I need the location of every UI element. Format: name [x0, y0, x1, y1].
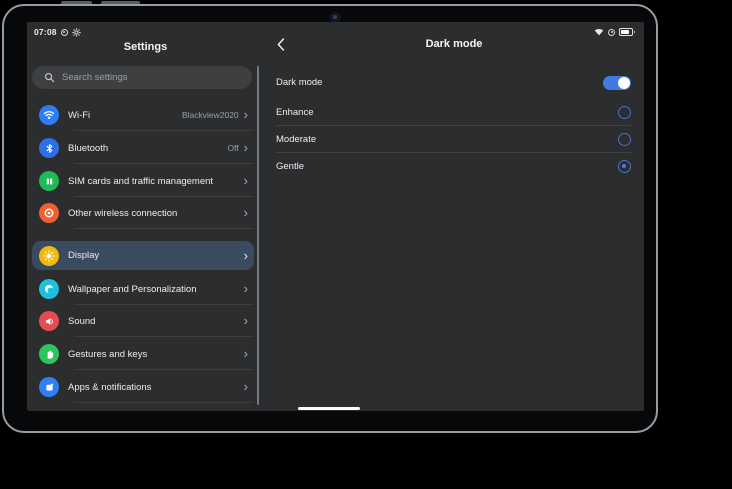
option-enhance[interactable]: Enhance [276, 99, 631, 126]
sidebar-item-value: Blackview2020 [182, 110, 239, 120]
option-label: Enhance [276, 107, 314, 118]
search-icon [44, 72, 55, 83]
sidebar-item-label: Wi-Fi [68, 110, 182, 121]
sidebar-item-label: Display [68, 250, 239, 261]
sidebar-item-value: Off [227, 143, 238, 153]
sidebar-item-sound[interactable]: Sound › [32, 306, 254, 336]
sidebar-item-label: Other wireless connection [68, 208, 239, 219]
display-sun-icon [39, 246, 59, 266]
sidebar-item-wifi[interactable]: Wi-Fi Blackview2020 › [32, 100, 254, 130]
dark-mode-toggle-row[interactable]: Dark mode [276, 71, 631, 94]
chevron-right-icon: › [244, 316, 248, 326]
dark-mode-options: Enhance Moderate Gentle [276, 99, 631, 180]
chevron-right-icon: › [244, 382, 248, 392]
bluetooth-icon [39, 138, 59, 158]
radio-button[interactable] [618, 160, 631, 173]
wifi-icon [39, 105, 59, 125]
sidebar-item-bluetooth[interactable]: Bluetooth Off › [32, 133, 254, 163]
dark-mode-label: Dark mode [276, 77, 322, 88]
chevron-right-icon: › [244, 143, 248, 153]
wallpaper-icon [39, 279, 59, 299]
wireless-connection-icon [39, 203, 59, 223]
search-input[interactable]: Search settings [32, 66, 252, 89]
sound-icon [39, 311, 59, 331]
sim-traffic-icon [39, 171, 59, 191]
option-moderate[interactable]: Moderate [276, 126, 631, 153]
chevron-right-icon: › [244, 349, 248, 359]
sidebar-item-label: Wallpaper and Personalization [68, 284, 239, 295]
chevron-right-icon: › [244, 251, 248, 261]
detail-header: Dark mode [264, 36, 644, 54]
sidebar-item-sim-cards[interactable]: SIM cards and traffic management › [32, 166, 254, 196]
chevron-right-icon: › [244, 284, 248, 294]
chevron-right-icon: › [244, 208, 248, 218]
sidebar-item-display[interactable]: Display › [32, 241, 254, 270]
option-gentle[interactable]: Gentle [276, 153, 631, 180]
sidebar-item-other-wireless[interactable]: Other wireless connection › [32, 198, 254, 228]
sidebar-item-wallpaper[interactable]: Wallpaper and Personalization › [32, 274, 254, 304]
stage: 07:08 [0, 0, 732, 489]
chevron-right-icon: › [244, 176, 248, 186]
chevron-right-icon: › [244, 110, 248, 120]
gestures-icon [39, 344, 59, 364]
option-label: Moderate [276, 134, 316, 145]
tablet-frame: 07:08 [2, 4, 658, 433]
settings-panel: Settings Search settings [27, 22, 264, 411]
sidebar-item-label: Apps & notifications [68, 382, 239, 393]
search-placeholder: Search settings [62, 72, 127, 83]
sidebar-item-label: Gestures and keys [68, 349, 239, 360]
sidebar-item-label: Sound [68, 316, 239, 327]
sidebar-item-apps[interactable]: Apps & notifications › [32, 372, 254, 402]
dark-mode-panel: Dark mode Dark mode Enhance Moderate [264, 22, 644, 411]
apps-icon [39, 377, 59, 397]
page-title: Settings [27, 41, 264, 53]
option-label: Gentle [276, 161, 304, 172]
detail-title: Dark mode [264, 38, 644, 50]
sidebar-item-label: SIM cards and traffic management [68, 176, 239, 187]
sidebar-item-gestures[interactable]: Gestures and keys › [32, 339, 254, 369]
radio-button[interactable] [618, 106, 631, 119]
radio-button[interactable] [618, 133, 631, 146]
sidebar-scrollbar[interactable] [257, 66, 259, 405]
dark-mode-toggle[interactable] [603, 76, 631, 90]
sidebar-item-label: Bluetooth [68, 143, 227, 154]
screen: 07:08 [27, 22, 644, 411]
home-indicator[interactable] [298, 407, 360, 410]
